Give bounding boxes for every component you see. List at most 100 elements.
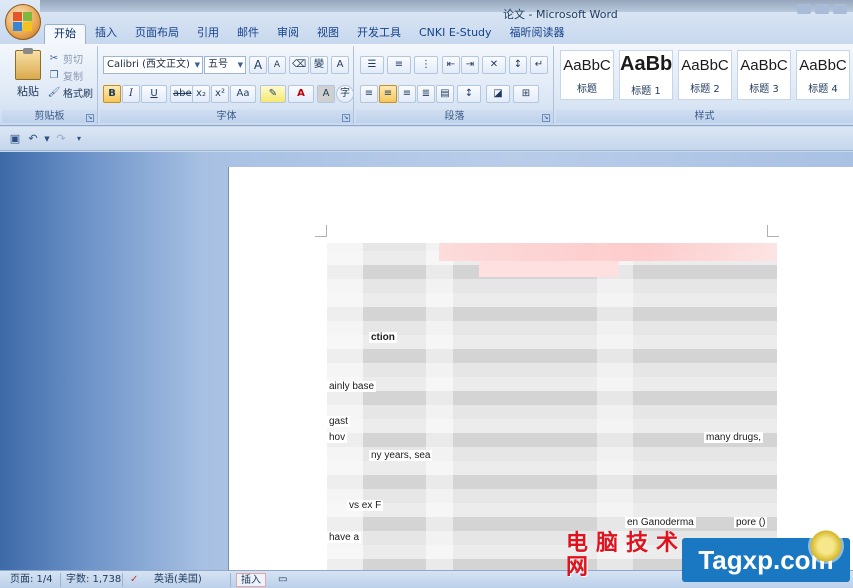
tab-cnki[interactable]: CNKI E-Study <box>410 24 501 44</box>
change-case-label: Aa <box>236 88 250 99</box>
style-heading-4[interactable]: AaBbC 标题 4 <box>796 50 850 100</box>
quick-access-toolbar: ▣ ↶ ▼ ↷ ▾ <box>0 127 853 151</box>
style-heading-3[interactable]: AaBbC 标题 3 <box>737 50 791 100</box>
sort-button[interactable]: ↕ <box>509 56 527 74</box>
align-center-icon: ≡ <box>383 88 393 99</box>
shrink-font-button[interactable]: A <box>268 56 286 74</box>
subscript-button[interactable]: x₂ <box>192 85 210 103</box>
save-icon[interactable]: ▣ <box>8 132 22 146</box>
document-page[interactable]: ction ainly base gast hov ny years, sea … <box>228 167 853 570</box>
highlight-button[interactable]: ✎ <box>260 85 286 103</box>
enclose-char-button[interactable]: 字 <box>336 85 354 103</box>
font-name-combo[interactable]: Calibri (西文正文) ▼ <box>103 56 203 74</box>
macro-record-icon[interactable]: ▭ <box>274 573 291 587</box>
borders-icon: ⊞ <box>521 88 531 99</box>
clipboard-launcher-icon[interactable]: ↘ <box>86 114 94 122</box>
tab-page-layout[interactable]: 页面布局 <box>126 24 188 44</box>
text-fragment: ainly base <box>327 381 377 392</box>
style-heading-2[interactable]: AaBbC 标题 2 <box>678 50 732 100</box>
style-title-sample: AaBbC <box>563 57 611 74</box>
format-painter-button[interactable]: 🖌 格式刷 <box>48 84 93 100</box>
proofing-icon[interactable]: ✓ <box>126 573 142 587</box>
increase-indent-button[interactable]: ⇥ <box>461 56 479 74</box>
maximize-icon[interactable] <box>815 4 829 14</box>
chinese-layout-button[interactable]: ✕ <box>482 56 506 74</box>
paragraph-group: ☰ ≡ ⋮ ⇤ ⇥ ✕ ↕ ↵ ≡ ≡ ≡ ≣ ▤ ↕ ◪ ⊞ 段落 ↘ <box>356 46 554 124</box>
tab-foxit[interactable]: 福昕阅读器 <box>501 24 574 44</box>
distribute-icon: ▤ <box>440 88 450 99</box>
style-title[interactable]: AaBbC 标题 <box>560 50 614 100</box>
font-group-label: 字体 <box>100 110 353 123</box>
tab-references[interactable]: 引用 <box>188 24 228 44</box>
indent-icon: ⇥ <box>465 59 475 70</box>
align-center-button[interactable]: ≡ <box>379 85 397 103</box>
font-size-combo[interactable]: 五号 ▼ <box>204 56 246 74</box>
window-controls <box>797 4 847 14</box>
text-fragment: vs ex F <box>347 500 384 511</box>
insert-mode-indicator[interactable]: 插入 <box>236 573 266 587</box>
tab-view[interactable]: 视图 <box>308 24 348 44</box>
chinese-layout-icon: ✕ <box>489 59 499 70</box>
char-border-button[interactable]: A <box>331 56 349 74</box>
distribute-button[interactable]: ▤ <box>436 85 454 103</box>
copy-label: 复制 <box>63 71 83 83</box>
shading-button[interactable]: ◪ <box>486 85 510 103</box>
borders-button[interactable]: ⊞ <box>513 85 539 103</box>
undo-icon[interactable]: ↶ <box>26 132 40 146</box>
justify-button[interactable]: ≣ <box>417 85 435 103</box>
styles-group-label: 样式 <box>556 110 853 123</box>
office-logo-icon <box>13 12 33 32</box>
ribbon-tabs: 开始 插入 页面布局 引用 邮件 审阅 视图 开发工具 CNKI E-Study… <box>44 24 574 44</box>
minimize-icon[interactable] <box>797 4 811 14</box>
grow-font-button[interactable]: A <box>249 56 267 74</box>
scissors-icon: ✂ <box>49 52 59 64</box>
word-count[interactable]: 字数: 1,738 <box>62 573 125 587</box>
tab-review[interactable]: 审阅 <box>268 24 308 44</box>
tab-insert[interactable]: 插入 <box>86 24 126 44</box>
align-right-button[interactable]: ≡ <box>398 85 416 103</box>
cut-button[interactable]: ✂ 剪切 <box>48 50 83 66</box>
paste-button[interactable]: 粘贴 <box>12 48 44 104</box>
align-left-button[interactable]: ≡ <box>360 85 378 103</box>
phonetic-guide-button[interactable]: 變 <box>310 56 328 74</box>
clear-format-button[interactable]: ⌫ <box>289 56 310 74</box>
subscript-label: x₂ <box>196 88 206 99</box>
line-spacing-button[interactable]: ↕ <box>457 85 481 103</box>
styles-group: AaBbC 标题 AaBb 标题 1 AaBbC 标题 2 AaBbC 标题 3… <box>556 46 853 124</box>
window-title: 论文 - Microsoft Word <box>503 8 618 21</box>
undo-dropdown-icon[interactable]: ▼ <box>40 132 54 146</box>
superscript-button[interactable]: x² <box>211 85 229 103</box>
bullets-button[interactable]: ☰ <box>360 56 384 74</box>
page-count[interactable]: 页面: 1/4 <box>6 573 57 587</box>
style-heading-4-sample: AaBbC <box>799 57 847 74</box>
change-case-button[interactable]: Aa <box>230 85 256 103</box>
italic-button[interactable]: I <box>122 85 140 103</box>
close-icon[interactable] <box>833 4 847 14</box>
customize-qat-icon[interactable]: ▾ <box>72 132 86 146</box>
show-marks-button[interactable]: ↵ <box>530 56 548 74</box>
style-heading-1[interactable]: AaBb 标题 1 <box>619 50 673 100</box>
tab-mailings[interactable]: 邮件 <box>228 24 268 44</box>
tab-home[interactable]: 开始 <box>44 24 86 44</box>
redo-icon[interactable]: ↷ <box>54 132 68 146</box>
tab-developer[interactable]: 开发工具 <box>348 24 410 44</box>
numbering-button[interactable]: ≡ <box>387 56 411 74</box>
strikethrough-label: abe <box>173 88 192 99</box>
decrease-indent-button[interactable]: ⇤ <box>442 56 460 74</box>
pixelated-title-band <box>479 261 619 277</box>
font-launcher-icon[interactable]: ↘ <box>342 114 350 122</box>
language-indicator[interactable]: 英语(美国) <box>150 573 206 587</box>
clipboard-group-label: 剪贴板 <box>2 110 97 123</box>
underline-button[interactable]: U <box>141 85 167 103</box>
font-color-button[interactable]: A <box>288 85 314 103</box>
italic-label: I <box>129 88 133 99</box>
copy-button[interactable]: ❐ 复制 <box>48 67 83 83</box>
office-button[interactable] <box>5 4 41 40</box>
brush-icon: 🖌 <box>47 86 61 98</box>
strikethrough-button[interactable]: abe <box>170 85 195 103</box>
text-fragment: ction <box>369 332 397 343</box>
bold-button[interactable]: B <box>103 85 121 103</box>
char-shading-button[interactable]: A <box>317 85 335 103</box>
multilevel-list-button[interactable]: ⋮ <box>414 56 438 74</box>
paragraph-launcher-icon[interactable]: ↘ <box>542 114 550 122</box>
